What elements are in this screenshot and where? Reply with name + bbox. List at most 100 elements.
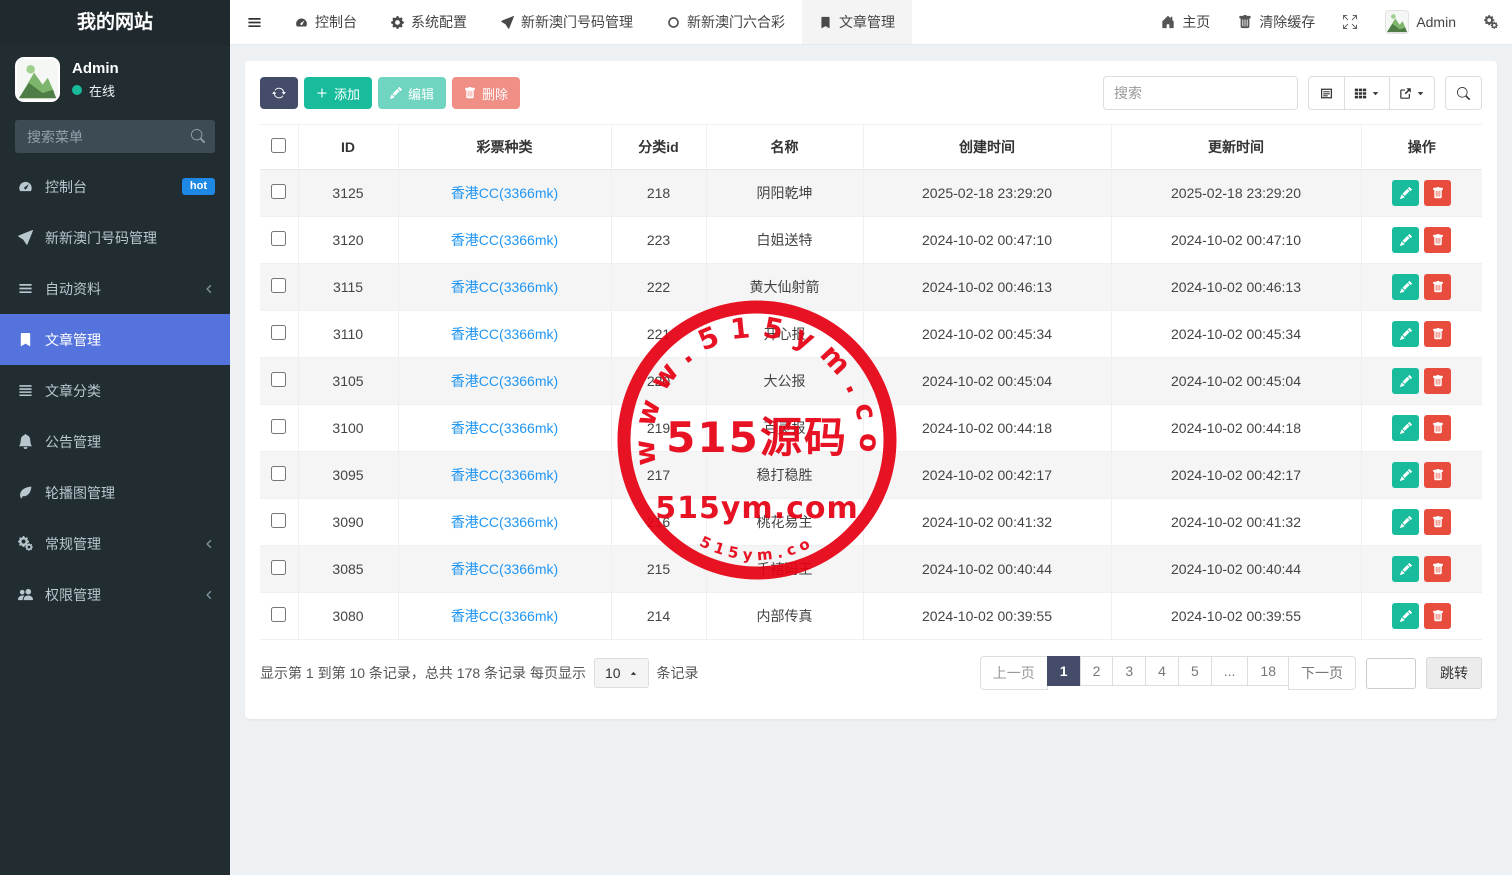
- lottery-type-link[interactable]: 香港CC(3366mk): [451, 467, 558, 483]
- row-delete-button[interactable]: [1424, 415, 1451, 441]
- tab-system-config[interactable]: 系统配置: [374, 0, 484, 44]
- lottery-type-link[interactable]: 香港CC(3366mk): [451, 561, 558, 577]
- row-delete-button[interactable]: [1424, 274, 1451, 300]
- sidebar-item-macau-number[interactable]: 新新澳门号码管理: [0, 212, 230, 263]
- sidebar-item-carousel[interactable]: 轮播图管理: [0, 467, 230, 518]
- row-checkbox[interactable]: [271, 607, 286, 622]
- cell-updated: 2024-10-02 00:39:55: [1111, 593, 1361, 640]
- row-edit-button[interactable]: [1392, 415, 1419, 441]
- row-delete-button[interactable]: [1424, 227, 1451, 253]
- cell-id: 3090: [298, 499, 398, 546]
- jump-button[interactable]: 跳转: [1426, 657, 1482, 689]
- nav-clear-cache[interactable]: 清除缓存: [1224, 0, 1329, 44]
- search-button[interactable]: [1445, 76, 1482, 110]
- row-edit-button[interactable]: [1392, 368, 1419, 394]
- page-size-dropdown[interactable]: 10: [594, 658, 649, 688]
- cogs-icon: [1484, 15, 1498, 29]
- cell-operations: [1361, 217, 1482, 264]
- sidebar-item-general[interactable]: 常规管理: [0, 518, 230, 569]
- row-delete-button[interactable]: [1424, 509, 1451, 535]
- detail-view-button[interactable]: [1308, 76, 1345, 110]
- sidebar-item-dashboard[interactable]: 控制台hot: [0, 161, 230, 212]
- row-delete-button[interactable]: [1424, 556, 1451, 582]
- paper-plane-icon: [501, 16, 514, 29]
- sidebar-item-article-manage[interactable]: 文章管理: [0, 314, 230, 365]
- row-edit-button[interactable]: [1392, 274, 1419, 300]
- table-search-input[interactable]: [1103, 76, 1298, 110]
- sidebar-item-permission[interactable]: 权限管理: [0, 569, 230, 620]
- row-checkbox[interactable]: [271, 184, 286, 199]
- edit-button[interactable]: 编辑: [378, 77, 446, 109]
- lottery-type-link[interactable]: 香港CC(3366mk): [451, 608, 558, 624]
- row-checkbox[interactable]: [271, 513, 286, 528]
- cell-lottery-type: 香港CC(3366mk): [398, 452, 611, 499]
- sidebar-menu: 控制台hot 新新澳门号码管理 自动资料 文章管理 文章分类 公告管理 轮播图管…: [0, 161, 230, 620]
- row-delete-button[interactable]: [1424, 180, 1451, 206]
- row-edit-button[interactable]: [1392, 556, 1419, 582]
- leaf-icon: [15, 485, 35, 500]
- tab-macau-number[interactable]: 新新澳门号码管理: [484, 0, 650, 44]
- page-ellipsis[interactable]: ...: [1211, 656, 1249, 686]
- row-delete-button[interactable]: [1424, 603, 1451, 629]
- page-button[interactable]: 18: [1247, 656, 1289, 686]
- lottery-type-link[interactable]: 香港CC(3366mk): [451, 279, 558, 295]
- add-button[interactable]: 添加: [304, 77, 372, 109]
- row-checkbox[interactable]: [271, 419, 286, 434]
- select-cell: [260, 311, 298, 358]
- sidebar-item-auto-data[interactable]: 自动资料: [0, 263, 230, 314]
- row-edit-button[interactable]: [1392, 321, 1419, 347]
- lottery-type-link[interactable]: 香港CC(3366mk): [451, 420, 558, 436]
- next-page-button[interactable]: 下一页: [1288, 656, 1356, 690]
- nav-settings-button[interactable]: [1470, 0, 1512, 44]
- col-id: ID: [298, 125, 398, 170]
- nav-home[interactable]: 主页: [1147, 0, 1224, 44]
- row-delete-button[interactable]: [1424, 321, 1451, 347]
- delete-button[interactable]: 删除: [452, 77, 520, 109]
- cell-created: 2025-02-18 23:29:20: [863, 170, 1111, 217]
- col-created: 创建时间: [863, 125, 1111, 170]
- row-delete-button[interactable]: [1424, 462, 1451, 488]
- page-button[interactable]: 3: [1112, 656, 1146, 686]
- row-edit-button[interactable]: [1392, 462, 1419, 488]
- refresh-button[interactable]: [260, 77, 298, 109]
- row-checkbox[interactable]: [271, 560, 286, 575]
- page-button[interactable]: 2: [1080, 656, 1114, 686]
- pencil-icon: [1400, 516, 1412, 528]
- pencil-icon: [1400, 234, 1412, 246]
- prev-page-button[interactable]: 上一页: [980, 656, 1048, 690]
- table-row: 3080香港CC(3366mk)214内部传真2024-10-02 00:39:…: [260, 593, 1482, 640]
- lottery-type-link[interactable]: 香港CC(3366mk): [451, 185, 558, 201]
- sidebar-toggle-button[interactable]: [230, 0, 278, 44]
- page-button[interactable]: 4: [1145, 656, 1179, 686]
- page-button[interactable]: 1: [1047, 656, 1081, 686]
- row-edit-button[interactable]: [1392, 227, 1419, 253]
- export-button[interactable]: [1389, 76, 1435, 110]
- jump-page-input[interactable]: [1366, 658, 1416, 689]
- row-checkbox[interactable]: [271, 278, 286, 293]
- row-checkbox[interactable]: [271, 372, 286, 387]
- row-edit-button[interactable]: [1392, 603, 1419, 629]
- tab-dashboard[interactable]: 控制台: [278, 0, 374, 44]
- row-checkbox[interactable]: [271, 325, 286, 340]
- row-delete-button[interactable]: [1424, 368, 1451, 394]
- row-edit-button[interactable]: [1392, 180, 1419, 206]
- select-all-checkbox[interactable]: [271, 138, 286, 153]
- nav-user[interactable]: Admin: [1371, 0, 1470, 44]
- lottery-type-link[interactable]: 香港CC(3366mk): [451, 373, 558, 389]
- lottery-type-link[interactable]: 香港CC(3366mk): [451, 326, 558, 342]
- sidebar-item-announcement[interactable]: 公告管理: [0, 416, 230, 467]
- sidebar-search-input[interactable]: [15, 120, 215, 153]
- table-header-row: ID 彩票种类 分类id 名称 创建时间 更新时间 操作: [260, 125, 1482, 170]
- page-button[interactable]: 5: [1178, 656, 1212, 686]
- row-checkbox[interactable]: [271, 466, 286, 481]
- tab-article-manage[interactable]: 文章管理: [802, 0, 912, 44]
- sidebar-item-article-category[interactable]: 文章分类: [0, 365, 230, 416]
- select-cell: [260, 499, 298, 546]
- lottery-type-link[interactable]: 香港CC(3366mk): [451, 232, 558, 248]
- row-checkbox[interactable]: [271, 231, 286, 246]
- nav-fullscreen-button[interactable]: [1329, 0, 1371, 44]
- tab-macau-lottery[interactable]: 新新澳门六合彩: [650, 0, 802, 44]
- lottery-type-link[interactable]: 香港CC(3366mk): [451, 514, 558, 530]
- columns-button[interactable]: [1344, 76, 1390, 110]
- row-edit-button[interactable]: [1392, 509, 1419, 535]
